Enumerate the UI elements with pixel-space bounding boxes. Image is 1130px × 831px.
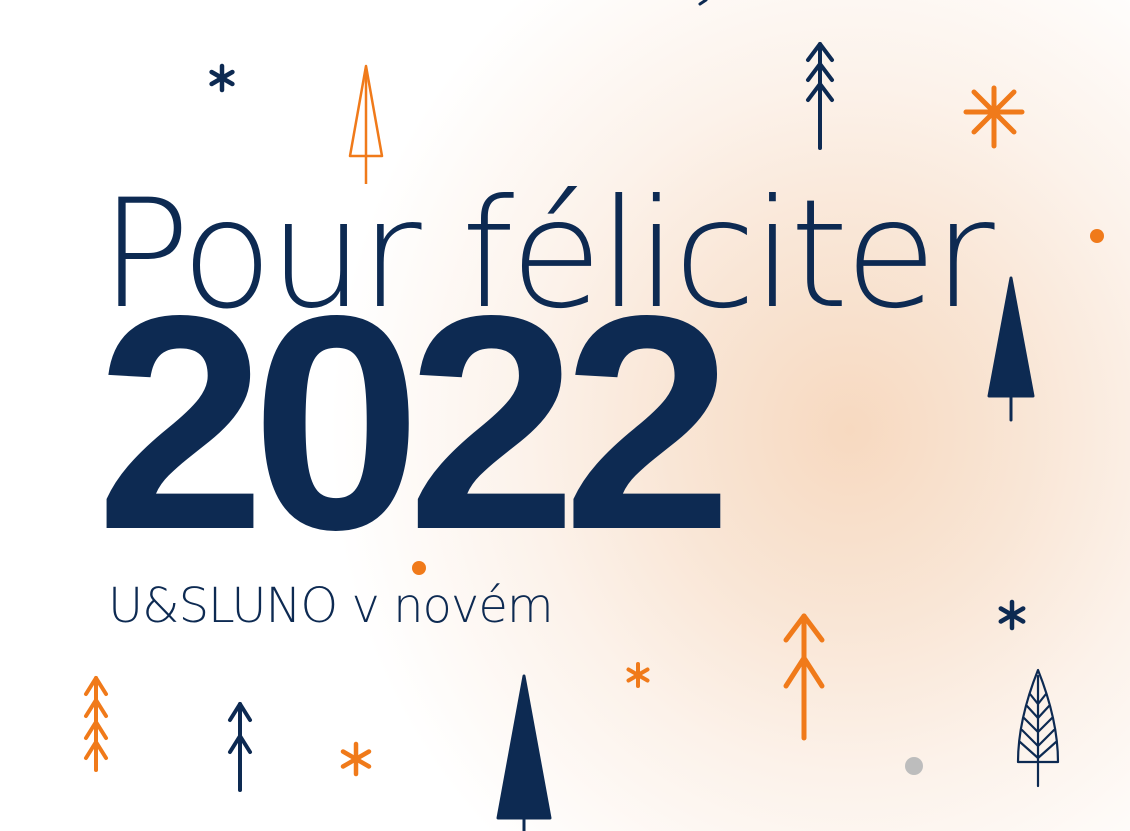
tagline: U&SLUNO v novém bbox=[108, 578, 554, 634]
tree-icon bbox=[496, 674, 552, 831]
arrow-tree-icon bbox=[228, 702, 252, 792]
fern-tree-icon bbox=[1016, 668, 1060, 788]
asterisk-icon bbox=[340, 741, 372, 777]
arrow-tree-icon bbox=[84, 676, 108, 772]
arrow-tree-icon bbox=[783, 613, 825, 741]
asterisk-icon bbox=[963, 85, 1025, 149]
tick-icon bbox=[698, 0, 708, 6]
asterisk-icon bbox=[209, 63, 235, 93]
asterisk-icon bbox=[998, 599, 1026, 631]
asterisk-icon bbox=[626, 662, 650, 688]
arrow-tree-icon bbox=[806, 42, 834, 150]
year-title: 2022 bbox=[96, 252, 733, 593]
tree-icon bbox=[348, 64, 384, 184]
dot-icon bbox=[1090, 229, 1104, 243]
tree-icon bbox=[987, 276, 1035, 422]
dot-icon bbox=[905, 757, 923, 775]
